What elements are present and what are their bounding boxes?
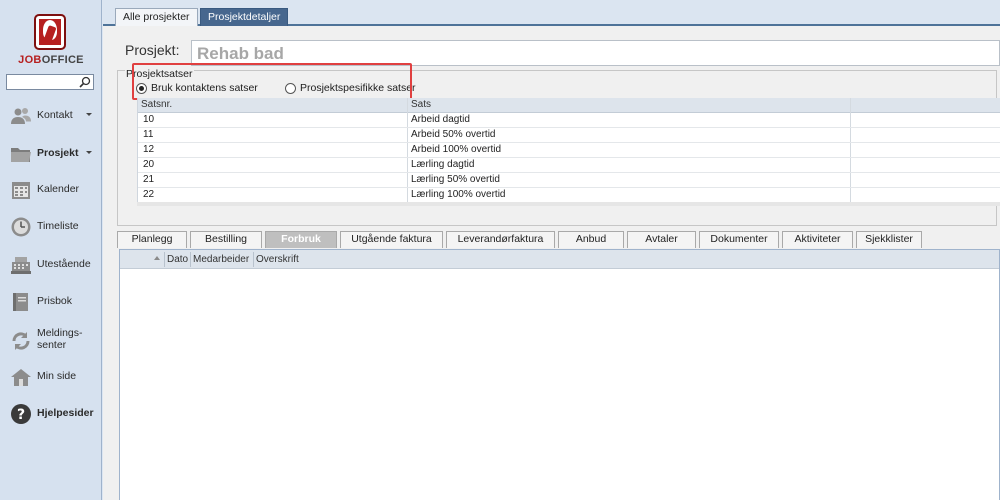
- sidebar-item-kontakt[interactable]: Kontakt: [0, 99, 102, 133]
- book-icon: [13, 293, 28, 311]
- cell-satsnr: 20: [143, 159, 155, 170]
- cell-sats: Arbeid 50% overtid: [411, 129, 496, 140]
- sidebar-item-label: Utestående: [37, 258, 91, 270]
- app-logo[interactable]: JOBOFFICE: [0, 6, 102, 68]
- tab-bestilling[interactable]: Bestilling: [190, 231, 262, 248]
- main-panel: Alle prosjekter Prosjektdetaljer Prosjek…: [103, 0, 1000, 500]
- sidebar-item-min-side[interactable]: Min side: [0, 360, 102, 394]
- house-icon: [11, 369, 31, 386]
- tab-sjekklister[interactable]: Sjekklister: [856, 231, 922, 248]
- table-row[interactable]: 12 Arbeid 100% overtid: [138, 143, 1000, 158]
- radio-button[interactable]: [285, 83, 296, 94]
- help-icon: ?: [11, 404, 31, 424]
- radio-label: Prosjektspesifikke satser: [300, 82, 416, 94]
- sidebar-item-label-line1: Meldings-: [37, 327, 83, 339]
- chevron-down-icon: [86, 151, 92, 154]
- search-icon[interactable]: [79, 76, 91, 88]
- horizontal-scrollbar[interactable]: [137, 202, 1000, 206]
- column-header-dato[interactable]: Dato: [167, 254, 188, 265]
- cell-satsnr: 22: [143, 189, 155, 200]
- column-separator: [190, 252, 191, 267]
- sidebar-item-label: Prosjekt: [37, 147, 79, 159]
- cash-register-icon: [11, 257, 31, 274]
- sidebar-item-label: Min side: [37, 370, 77, 382]
- cell-sats: Arbeid 100% overtid: [411, 144, 502, 155]
- project-label: Prosjekt:: [125, 42, 180, 58]
- column-separator: [164, 252, 165, 267]
- sidebar-search-input[interactable]: [7, 75, 77, 89]
- table-row[interactable]: 20 Lærling dagtid: [138, 158, 1000, 173]
- sidebar: JOBOFFICE Kontakt Prosjekt Kalender Time…: [0, 0, 102, 500]
- consumption-table: Dato Medarbeider Overskrift: [119, 249, 1000, 500]
- sidebar-search: [6, 74, 94, 90]
- sidebar-item-prisbok[interactable]: Prisbok: [0, 285, 102, 319]
- jobboffice-logo-icon: [34, 14, 66, 50]
- tab-leverandorfaktura[interactable]: Leverandørfaktura: [446, 231, 555, 248]
- logo-text-job: JOB: [18, 54, 42, 66]
- chevron-down-icon: [86, 113, 92, 116]
- tab-dokumenter[interactable]: Dokumenter: [699, 231, 779, 248]
- logo-text-office: OFFICE: [41, 54, 84, 66]
- tab-alle-prosjekter[interactable]: Alle prosjekter: [115, 8, 198, 26]
- sidebar-item-label: Meldings-senter: [37, 327, 87, 351]
- top-tab-bar: Alle prosjekter Prosjektdetaljer: [103, 0, 1000, 26]
- tab-aktiviteter[interactable]: Aktiviteter: [782, 231, 853, 248]
- tab-prosjektdetaljer[interactable]: Prosjektdetaljer: [200, 8, 289, 26]
- cell-sats: Arbeid dagtid: [411, 114, 470, 125]
- sidebar-item-meldingssenter[interactable]: Meldings-senter: [0, 324, 102, 358]
- project-name-field[interactable]: Rehab bad: [191, 40, 1000, 66]
- table-row[interactable]: 21 Lærling 50% overtid: [138, 173, 1000, 188]
- sidebar-item-label: Timeliste: [37, 220, 79, 232]
- cell-satsnr: 10: [143, 114, 155, 125]
- table-row[interactable]: 22 Lærling 100% overtid: [138, 188, 1000, 203]
- sidebar-item-label: Kalender: [37, 183, 80, 195]
- table-row[interactable]: 11 Arbeid 50% overtid: [138, 128, 1000, 143]
- sidebar-item-label: Prisbok: [37, 295, 73, 307]
- sidebar-item-label: Kontakt: [37, 109, 73, 121]
- lower-tab-bar: Planlegg Bestilling Forbruk Utgående fak…: [117, 231, 1000, 249]
- svg-text:?: ?: [17, 407, 25, 423]
- tab-planlegg[interactable]: Planlegg: [117, 231, 187, 248]
- logo-text: JOBOFFICE: [0, 54, 102, 66]
- sort-ascending-icon[interactable]: [154, 256, 160, 260]
- sidebar-item-timeliste[interactable]: Timeliste: [0, 210, 102, 244]
- consumption-table-header: Dato Medarbeider Overskrift: [120, 250, 999, 269]
- column-separator: [253, 252, 254, 267]
- cell-sats: Lærling 100% overtid: [411, 189, 506, 200]
- cell-satsnr: 12: [143, 144, 155, 155]
- sidebar-item-label: Hjelpesider: [37, 407, 94, 419]
- column-header-medarbeider[interactable]: Medarbeider: [193, 254, 249, 265]
- refresh-icon: [12, 332, 30, 350]
- clock-icon: [11, 217, 31, 237]
- sidebar-item-prosjekt[interactable]: Prosjekt: [0, 137, 102, 171]
- tab-utgaende-faktura[interactable]: Utgående faktura: [340, 231, 443, 248]
- tab-forbruk[interactable]: Forbruk: [265, 231, 337, 248]
- project-rates-legend: Prosjektsatser: [125, 68, 194, 80]
- rates-table: Satsnr. Sats 10 Arbeid dagtid 11 Arbeid …: [137, 98, 1000, 203]
- sidebar-item-utestaende[interactable]: Utestående: [0, 248, 102, 282]
- column-header-sats[interactable]: Sats: [411, 99, 431, 110]
- cell-satsnr: 21: [143, 174, 155, 185]
- sidebar-item-label-line2: senter: [37, 339, 67, 351]
- cell-sats: Lærling 50% overtid: [411, 174, 500, 185]
- column-header-satsnr[interactable]: Satsnr.: [141, 99, 172, 110]
- folder-icon: [11, 148, 31, 162]
- radio-label: Bruk kontaktens satser: [151, 82, 258, 94]
- cell-satsnr: 11: [143, 129, 154, 140]
- rates-table-header: Satsnr. Sats: [138, 98, 1000, 113]
- calendar-icon: [12, 182, 30, 199]
- tab-anbud[interactable]: Anbud: [558, 231, 624, 248]
- radio-button-selected[interactable]: [136, 83, 147, 94]
- cell-sats: Lærling dagtid: [411, 159, 475, 170]
- table-row[interactable]: 10 Arbeid dagtid: [138, 113, 1000, 128]
- tab-avtaler[interactable]: Avtaler: [627, 231, 696, 248]
- sidebar-item-kalender[interactable]: Kalender: [0, 173, 102, 207]
- column-header-overskrift[interactable]: Overskrift: [256, 254, 299, 265]
- sidebar-item-hjelpesider[interactable]: ? Hjelpesider: [0, 397, 102, 431]
- people-icon: [11, 108, 31, 124]
